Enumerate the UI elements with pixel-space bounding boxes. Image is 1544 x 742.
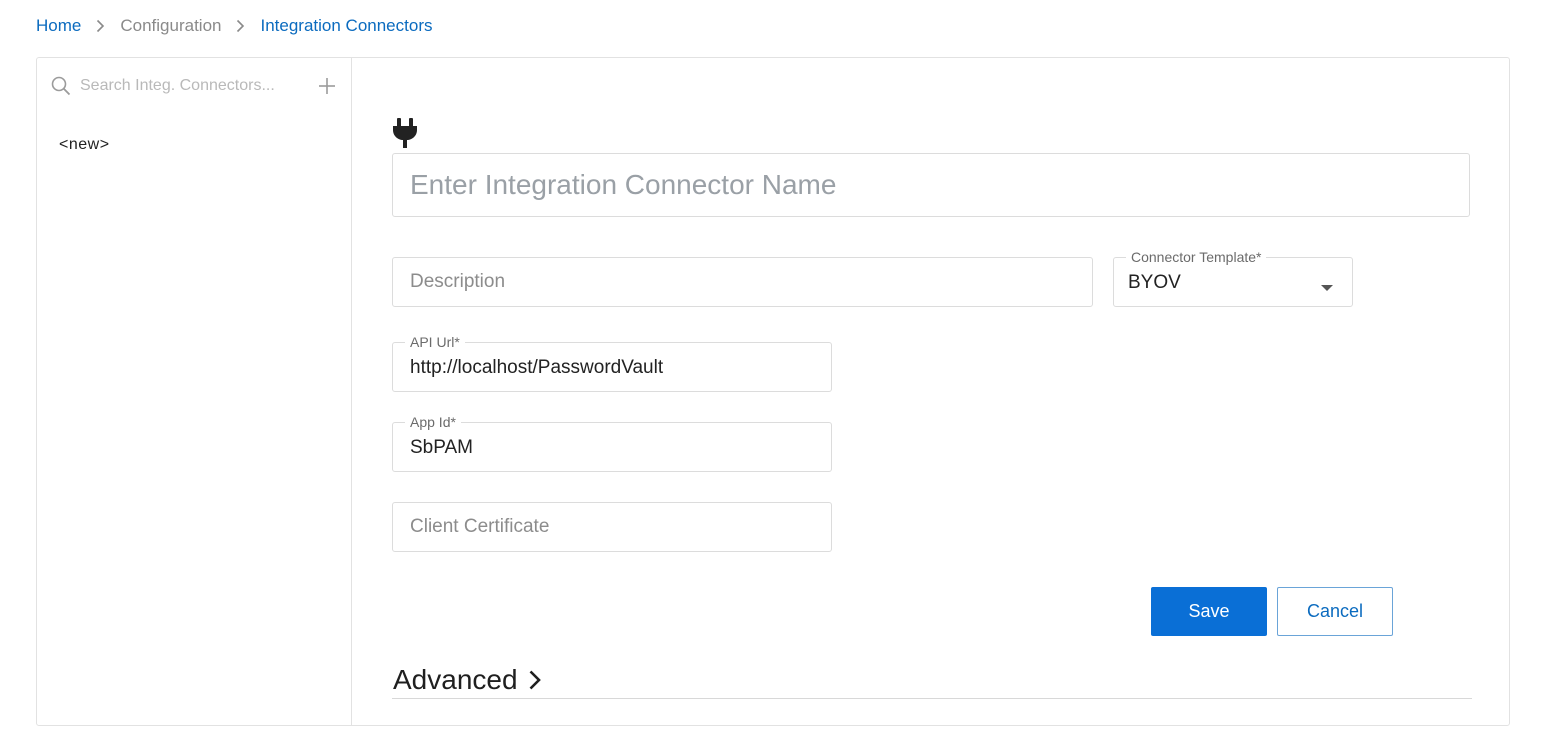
breadcrumb-configuration[interactable]: Configuration (120, 16, 221, 36)
connector-name-input[interactable] (393, 154, 1469, 216)
connector-template-value: BYOV (1128, 272, 1181, 293)
connector-template-label: Connector Template* (1126, 248, 1267, 266)
save-button[interactable]: Save (1151, 587, 1267, 636)
client-certificate-input[interactable] (393, 503, 831, 551)
sidebar-item-new[interactable]: <new> (59, 136, 110, 154)
caret-down-icon (1320, 279, 1334, 291)
chevron-right-icon (236, 19, 245, 33)
cancel-button[interactable]: Cancel (1277, 587, 1393, 636)
search-icon (51, 76, 71, 96)
connector-name-field (392, 153, 1470, 217)
description-input[interactable] (393, 258, 1092, 306)
app-id-label: App Id* (405, 413, 461, 431)
app-id-field: App Id* (392, 413, 832, 472)
breadcrumb-home[interactable]: Home (36, 16, 81, 36)
advanced-label: Advanced (393, 664, 518, 695)
connector-form: Connector Template* BYOV API Url* App Id… (353, 58, 1509, 725)
advanced-divider (392, 698, 1472, 699)
breadcrumb-current[interactable]: Integration Connectors (260, 16, 432, 36)
plug-icon (391, 116, 419, 150)
search-input[interactable] (80, 77, 294, 95)
connector-template-select[interactable]: Connector Template* BYOV (1113, 248, 1353, 307)
plus-icon[interactable] (317, 76, 337, 96)
chevron-right-icon (528, 669, 542, 691)
api-url-label: API Url* (405, 333, 465, 351)
description-field (392, 257, 1093, 307)
connector-panel: <new> Connector Template* BYOV API Url* (36, 57, 1510, 726)
api-url-field: API Url* (392, 333, 832, 392)
client-certificate-field (392, 502, 832, 552)
search-bar (51, 72, 337, 100)
connector-sidebar: <new> (37, 58, 352, 725)
breadcrumb: Home Configuration Integration Connector… (36, 14, 432, 38)
chevron-right-icon (96, 19, 105, 33)
advanced-toggle[interactable]: Advanced (393, 664, 542, 696)
